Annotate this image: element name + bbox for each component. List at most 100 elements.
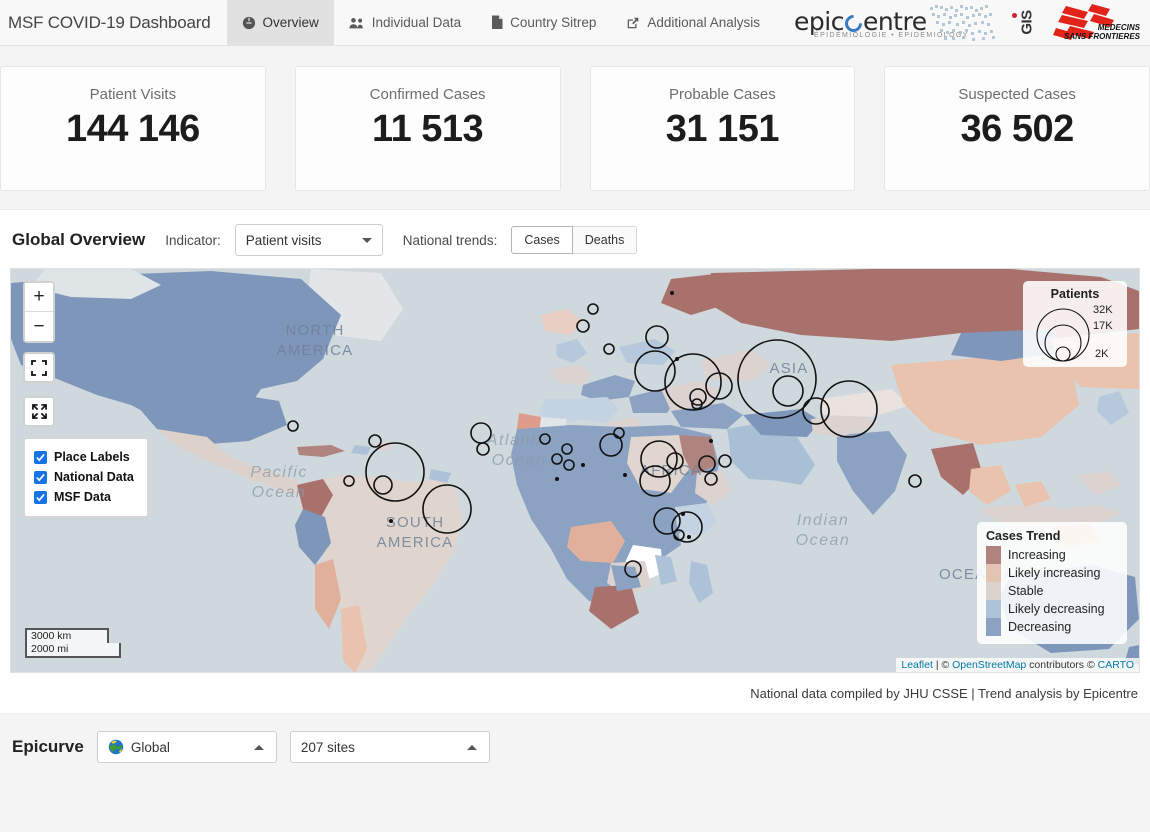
layer-toggle-msf-data[interactable]: MSF Data <box>34 487 134 507</box>
global-overview-panel: Global Overview Indicator: Patient visit… <box>0 209 1150 714</box>
external-link-icon <box>626 16 640 30</box>
indicator-select[interactable]: Patient visits <box>234 224 383 256</box>
zoom-out-button[interactable]: − <box>25 312 53 341</box>
stat-value: 36 502 <box>960 108 1075 150</box>
cases-trend-legend: Cases Trend Increasing Likely increasing… <box>977 522 1127 644</box>
gis-dot <box>1012 12 1017 18</box>
world-map[interactable]: Pacific Ocean Atlantic Ocean Indian Ocea… <box>10 268 1140 673</box>
indicator-select-value: Patient visits <box>245 232 322 248</box>
patients-legend-title: Patients <box>1050 287 1100 301</box>
attribution-osm-link[interactable]: OpenStreetMap <box>952 659 1026 671</box>
expand-icon <box>31 359 47 376</box>
patients-size-legend: Patients 32K 17K 2K <box>1023 281 1127 367</box>
patients-legend-label-17k: 17K <box>1093 320 1113 332</box>
nav-logos: epicentre ÉPIDÉMIOLOGIE • EPIDEMIOLOGY <box>786 0 1150 45</box>
tab-country-sitrep[interactable]: Country Sitrep <box>476 0 611 45</box>
stat-label: Patient Visits <box>89 86 177 103</box>
layer-label: MSF Data <box>54 490 111 504</box>
trend-button-cases[interactable]: Cases <box>511 226 573 254</box>
msf-logo: MEDECINS SANS FRONTIERES <box>1048 2 1140 44</box>
trend-label: Decreasing <box>1008 620 1072 634</box>
tab-overview[interactable]: Overview <box>226 0 334 45</box>
stat-label: Confirmed Cases <box>369 86 486 103</box>
trend-swatch <box>986 582 1001 600</box>
patients-legend-bubbles: 32K 17K 2K <box>1036 304 1113 362</box>
national-trends-label: National trends: <box>402 232 498 248</box>
epicurve-toolbar: Epicurve Global 207 sites <box>0 714 1150 763</box>
scale-metric: 3000 km <box>25 628 109 643</box>
stat-label: Probable Cases <box>669 86 776 103</box>
trend-swatch <box>986 600 1001 618</box>
layer-label: National Data <box>54 470 134 484</box>
svg-text:SOUTH: SOUTH <box>386 514 445 531</box>
stat-card-suspected-cases: Suspected Cases 36 502 <box>884 66 1150 191</box>
attribution-sep1: | © <box>932 659 953 671</box>
attribution-carto-link[interactable]: CARTO <box>1098 659 1134 671</box>
tab-additional-analysis-label: Additional Analysis <box>647 15 760 30</box>
stat-card-probable-cases: Probable Cases 31 151 <box>589 66 856 191</box>
trend-swatch <box>986 618 1001 636</box>
tab-individual-data[interactable]: Individual Data <box>334 0 476 45</box>
svg-text:Ocean: Ocean <box>492 452 547 469</box>
file-icon <box>491 15 503 30</box>
trend-legend-row-decreasing: Decreasing <box>986 618 1117 636</box>
stat-value: 11 513 <box>372 108 484 150</box>
stat-value: 144 146 <box>65 108 200 150</box>
collapse-icon <box>31 404 47 419</box>
layer-label: Place Labels <box>54 450 130 464</box>
svg-text:Ocean: Ocean <box>796 532 851 549</box>
trend-label: Increasing <box>1008 548 1066 562</box>
checkbox-checked-icon <box>34 470 47 484</box>
map-source-note: National data compiled by JHU CSSE | Tre… <box>750 686 1138 701</box>
tab-overview-label: Overview <box>262 15 319 30</box>
trend-label: Likely increasing <box>1008 566 1101 580</box>
globe-icon <box>242 16 256 30</box>
epicurve-sites-select[interactable]: 207 sites <box>289 731 490 763</box>
svg-text:Indian: Indian <box>797 512 850 529</box>
attribution-mid: contributors © <box>1026 659 1098 671</box>
attribution-leaflet-link[interactable]: Leaflet <box>901 659 933 671</box>
scale-imperial: 2000 mi <box>25 643 121 658</box>
tab-additional-analysis[interactable]: Additional Analysis <box>611 0 775 45</box>
checkbox-checked-icon <box>34 490 47 504</box>
stat-label: Suspected Cases <box>958 86 1076 103</box>
chevron-up-icon <box>253 744 264 750</box>
trend-legend-row-likely-decreasing: Likely decreasing <box>986 600 1117 618</box>
svg-text:AFRICA: AFRICA <box>640 462 702 479</box>
patients-legend-label-2k: 2K <box>1095 348 1109 360</box>
stat-card-patient-visits: Patient Visits 144 146 <box>0 66 266 191</box>
checkbox-checked-icon <box>34 450 47 464</box>
svg-text:Ocean: Ocean <box>252 484 307 501</box>
chevron-down-icon <box>361 237 372 243</box>
svg-text:AMERICA: AMERICA <box>377 534 454 551</box>
world-map-graphic <box>930 4 995 41</box>
users-icon <box>349 16 365 30</box>
reset-view-button[interactable] <box>23 396 55 427</box>
svg-text:AMERICA: AMERICA <box>277 342 354 359</box>
stat-cards: Patient Visits 144 146 Confirmed Cases 1… <box>0 46 1150 191</box>
tab-country-sitrep-label: Country Sitrep <box>510 15 597 30</box>
page-title: Global Overview <box>12 230 146 249</box>
fullscreen-button[interactable] <box>23 352 55 383</box>
trend-legend-title: Cases Trend <box>986 529 1061 543</box>
epicurve-title: Epicurve <box>12 737 84 756</box>
trend-button-deaths[interactable]: Deaths <box>572 226 638 254</box>
map-attribution: Leaflet | © OpenStreetMap contributors ©… <box>896 658 1139 672</box>
epicurve-sites-value: 207 sites <box>300 739 355 755</box>
top-navbar: MSF COVID-19 Dashboard Overview Individu… <box>0 0 1150 46</box>
svg-text:ASIA: ASIA <box>770 360 809 377</box>
nav-tabs: Overview Individual Data Country Sitrep … <box>226 0 775 45</box>
chevron-up-icon <box>466 744 477 750</box>
national-trends-toggle: Cases Deaths <box>511 226 638 254</box>
zoom-in-button[interactable]: + <box>25 283 53 312</box>
map-layer-toggles: Place Labels National Data MSF Data <box>23 437 149 518</box>
layer-toggle-place-labels[interactable]: Place Labels <box>34 447 134 467</box>
trend-legend-row-likely-increasing: Likely increasing <box>986 564 1117 582</box>
gis-logo: GIS <box>1010 3 1044 43</box>
layer-toggle-national-data[interactable]: National Data <box>34 467 134 487</box>
epicurve-scope-select[interactable]: Global <box>96 731 277 763</box>
epicurve-scope-value: Global <box>130 739 170 755</box>
trend-swatch <box>986 564 1001 582</box>
trend-legend-row-increasing: Increasing <box>986 546 1117 564</box>
trend-swatch <box>986 546 1001 564</box>
